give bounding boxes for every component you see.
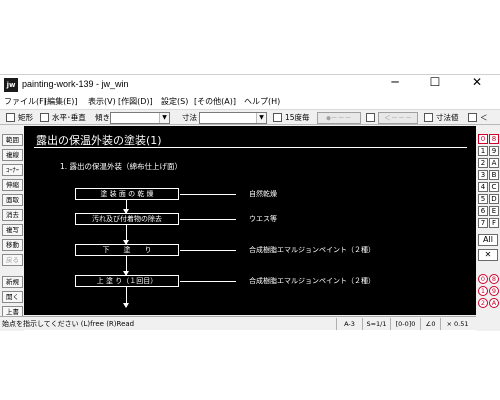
dim-label: 寸法 [182,113,197,122]
layer-group-4-button[interactable]: 4 [478,182,488,192]
layer-0-button[interactable]: 0 [478,274,488,284]
rect-label: 矩形 [18,113,33,122]
menu-edit[interactable]: [編集(E)] [44,96,78,107]
layer-group-8-button[interactable]: 8 [489,134,499,144]
heading-underline [34,147,467,148]
hv-checkbox[interactable] [40,113,49,122]
rect-checkbox[interactable] [6,113,15,122]
menu-draw[interactable]: [作図(D)] [118,96,153,107]
step-note: 自然乾燥 [249,190,277,198]
layer-group-d-button[interactable]: D [489,194,499,204]
open-button[interactable]: 開く [2,291,23,303]
layer-group-3-button[interactable]: 3 [478,170,488,180]
layer-2-button[interactable]: 2 [478,298,488,308]
slope-label: 傾き [95,113,110,122]
layer-8-button[interactable]: 8 [489,274,499,284]
menu-file[interactable]: ファイル(F) [4,96,47,107]
lt-checkbox[interactable] [468,113,477,122]
minimize-icon[interactable]: ─ [380,75,410,95]
close-layers-icon[interactable]: ✕ [478,249,498,261]
leader-line [180,281,236,282]
flow-arrow [123,287,129,308]
app-window: jw painting-work-139 - jw_win ─ ☐ ✕ ファイル… [0,74,500,331]
layer-group-a-button[interactable]: A [489,158,499,168]
scale-value[interactable]: S=1/1 [362,318,390,330]
range-button[interactable]: 範囲 [2,134,23,146]
chamfer-button[interactable]: 面取 [2,194,23,206]
chevron-down-icon[interactable]: ▼ [256,113,266,123]
step-box: 上 塗 り（１回目） [75,275,179,287]
layer-group-6-button[interactable]: 6 [478,206,488,216]
step-box: 下 塗 り [75,244,179,256]
chevron-down-icon[interactable]: ▼ [159,113,169,123]
layer-group-5-button[interactable]: 5 [478,194,488,204]
window-title: painting-work-139 - jw_win [22,79,129,89]
layer-group-0-button[interactable]: 0 [478,134,488,144]
offset-button[interactable]: 複線 [2,149,23,161]
all-layers-button[interactable]: All [478,234,498,246]
step-note: 合成樹脂エマルジョンペイント（２種） [249,246,375,254]
arrow-checkbox[interactable] [366,113,375,122]
stretch-button[interactable]: 伸縮 [2,179,23,191]
dim-value-label: 寸法値 [436,113,459,122]
flow-arrow [123,225,129,245]
menu-view[interactable]: 表示(V) [88,96,116,107]
dot-line-button[interactable]: ●－－－ [317,112,361,124]
left-command-panel: 範囲 複線 ｺｰﾅｰ 伸縮 面取 消去 複写 移動 戻る 新規 開く 上書 [0,126,24,331]
status-bar: 始点を指示してください (L)free (R)Read A-3 S=1/1 [0… [0,316,476,330]
move-button[interactable]: 移動 [2,239,23,251]
flow-arrow [123,256,129,276]
toolbar: 矩形 水平･垂直 傾き ▼ 寸法 ▼ 15度毎 ●－－－ ＜－－－ 寸法値 ＜ [0,109,500,125]
status-message: 始点を指示してください (L)free (R)Read [2,320,135,328]
new-button[interactable]: 新規 [2,276,23,288]
right-layer-panel: 0 8 1 9 2 A 3 B 4 C 5 D 6 E 7 F All ✕ 0 … [476,126,500,331]
layer-group-b-button[interactable]: B [489,170,499,180]
layer-group-1-button[interactable]: 1 [478,146,488,156]
section-title: 1. 露出の保温外装（綿布仕上げ面） [60,162,183,171]
jw-app-icon: jw [4,78,18,92]
layer-group-7-button[interactable]: 7 [478,218,488,228]
arrow-line-button[interactable]: ＜－－－ [378,112,418,124]
copy-button[interactable]: 複写 [2,224,23,236]
layer-group-2-button[interactable]: 2 [478,158,488,168]
corner-button[interactable]: ｺｰﾅｰ [2,164,23,176]
maximize-icon[interactable]: ☐ [420,75,450,95]
lt-label: ＜ [480,113,488,122]
menu-bar: ファイル(F) [編集(E)] 表示(V) [作図(D)] 設定(S) [その他… [0,95,500,109]
layer-1-button[interactable]: 1 [478,286,488,296]
step-box: 汚れ及び付着物の除去 [75,213,179,225]
deg15-label: 15度毎 [285,113,310,122]
layer-9-button[interactable]: 9 [489,286,499,296]
close-icon[interactable]: ✕ [462,75,492,95]
layer-group-c-button[interactable]: C [489,182,499,192]
layer-group-f-button[interactable]: F [489,218,499,228]
leader-line [180,219,236,220]
angle-value[interactable]: ∠0 [420,318,440,330]
layer-group-9-button[interactable]: 9 [489,146,499,156]
flow-arrow [123,200,129,214]
step-box: 塗 装 面 の 乾 燥 [75,188,179,200]
step-note: 合成樹脂エマルジョンペイント（２種） [249,277,375,285]
deg15-checkbox[interactable] [273,113,282,122]
layer-group-e-button[interactable]: E [489,206,499,216]
layer-value[interactable]: [0-0]0 [390,318,420,330]
menu-help[interactable]: ヘルプ(H) [244,96,280,107]
leader-line [180,250,236,251]
paper-size[interactable]: A-3 [336,318,362,330]
step-note: ウエス等 [249,215,277,223]
dim-combo[interactable]: ▼ [199,112,267,124]
hv-label: 水平･垂直 [52,113,86,122]
dim-value-checkbox[interactable] [424,113,433,122]
slope-combo[interactable]: ▼ [110,112,170,124]
menu-settings[interactable]: 設定(S) [161,96,188,107]
title-bar: jw painting-work-139 - jw_win ─ ☐ ✕ [0,75,500,95]
undo-button[interactable]: 戻る [2,254,23,266]
erase-button[interactable]: 消去 [2,209,23,221]
layer-a-button[interactable]: A [489,298,499,308]
leader-line [180,194,236,195]
drawing-canvas[interactable]: 露出の保温外装の塗装(1) 1. 露出の保温外装（綿布仕上げ面） 塗 装 面 の… [24,126,476,315]
menu-other[interactable]: [その他(A)] [194,96,236,107]
drawing-heading: 露出の保温外装の塗装(1) [36,134,162,147]
zoom-value[interactable]: × 0.51 [440,318,474,330]
